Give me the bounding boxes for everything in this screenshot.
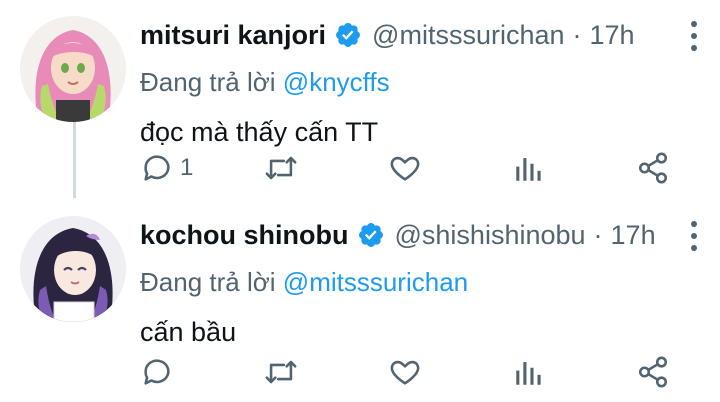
- retweet-button[interactable]: [264, 148, 298, 188]
- replying-prefix: Đang trả lời: [140, 67, 276, 97]
- tweet-actions: [140, 352, 700, 392]
- tweet[interactable]: mitsuri kanjori @mitsssurichan · 17h Đan…: [0, 0, 720, 200]
- display-name[interactable]: kochou shinobu: [140, 220, 349, 251]
- tweet-actions: 1: [140, 148, 700, 188]
- share-button[interactable]: [636, 352, 670, 392]
- separator-dot: ·: [593, 219, 603, 250]
- reply-icon: [144, 359, 170, 385]
- avatar[interactable]: [20, 216, 126, 322]
- retweet-icon: [265, 156, 297, 180]
- tweet[interactable]: kochou shinobu @shishishinobu · 17h Đang…: [0, 200, 720, 402]
- replying-prefix: Đang trả lời: [140, 267, 276, 297]
- more-vertical-icon[interactable]: [688, 220, 700, 252]
- like-button[interactable]: [388, 148, 422, 188]
- reply-button[interactable]: 1: [140, 148, 193, 188]
- verified-badge-icon: [358, 223, 383, 247]
- more-vertical-icon[interactable]: [688, 20, 700, 52]
- avatar[interactable]: [20, 16, 126, 122]
- reply-count: 1: [180, 154, 194, 181]
- mention-link[interactable]: @mitsssurichan: [283, 267, 468, 297]
- reply-button[interactable]: [140, 352, 180, 392]
- tweet-header: kochou shinobu @shishishinobu · 17h: [140, 212, 700, 258]
- share-icon: [638, 356, 668, 388]
- analytics-button[interactable]: [512, 352, 546, 392]
- analytics-button[interactable]: [512, 148, 546, 188]
- timestamp[interactable]: 17h: [611, 220, 656, 251]
- tweet-text: đọc mà thấy cấn TT: [140, 117, 379, 147]
- like-button[interactable]: [388, 352, 422, 392]
- retweet-button[interactable]: [264, 352, 298, 392]
- analytics-icon: [516, 158, 541, 181]
- reply-icon: [144, 155, 170, 181]
- mention-link[interactable]: @knycffs: [283, 67, 390, 97]
- tweet-text: cấn bầu: [140, 317, 237, 347]
- retweet-icon: [265, 360, 297, 384]
- tweet-header: mitsuri kanjori @mitsssurichan · 17h: [140, 12, 700, 58]
- replying-to: Đang trả lời @mitsssurichan: [140, 264, 700, 300]
- like-icon: [390, 156, 420, 181]
- user-handle[interactable]: @mitsssurichan: [372, 20, 564, 51]
- replying-to: Đang trả lời @knycffs: [140, 64, 700, 100]
- like-icon: [390, 360, 420, 385]
- separator-dot: ·: [572, 19, 582, 50]
- timestamp[interactable]: 17h: [590, 20, 635, 51]
- display-name[interactable]: mitsuri kanjori: [140, 20, 326, 51]
- share-icon: [638, 152, 668, 184]
- verified-badge-icon: [336, 23, 361, 47]
- user-handle[interactable]: @shishishinobu: [395, 220, 586, 251]
- analytics-icon: [516, 362, 541, 385]
- share-button[interactable]: [636, 148, 670, 188]
